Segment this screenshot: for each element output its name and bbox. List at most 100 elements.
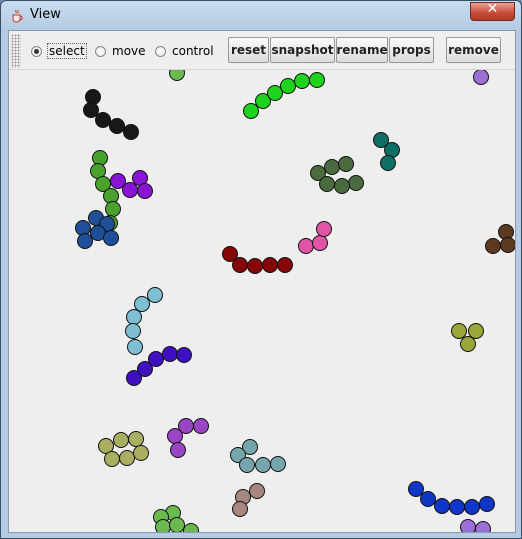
bead[interactable] [147, 287, 163, 303]
bead[interactable] [162, 346, 178, 362]
bead[interactable] [128, 431, 144, 447]
title-bar[interactable]: View ✕ [1, 1, 521, 30]
bead[interactable] [449, 499, 465, 515]
bead-chain[interactable] [232, 483, 265, 517]
bead[interactable] [338, 156, 354, 172]
bead-chain[interactable] [373, 132, 400, 171]
bead[interactable] [176, 347, 192, 363]
mode-move-radio[interactable]: move [95, 42, 147, 60]
bead[interactable] [334, 178, 350, 194]
bead-canvas-svg[interactable] [9, 70, 515, 532]
bead-chain[interactable] [473, 70, 489, 85]
rename-button[interactable]: rename [336, 37, 388, 63]
bead-chain[interactable] [408, 481, 495, 515]
bead[interactable] [319, 176, 335, 192]
bead-chain[interactable] [222, 246, 293, 274]
bead[interactable] [473, 70, 489, 85]
bead[interactable] [122, 182, 138, 198]
bead[interactable] [408, 481, 424, 497]
bead[interactable] [83, 102, 99, 118]
bead-chain[interactable] [169, 70, 185, 81]
toolbar-grip[interactable] [11, 34, 21, 68]
snapshot-button[interactable]: snapshot [270, 37, 335, 63]
bead[interactable] [95, 112, 111, 128]
bead[interactable] [249, 483, 265, 499]
props-button[interactable]: props [389, 37, 434, 63]
bead[interactable] [420, 491, 436, 507]
bead[interactable] [498, 224, 514, 240]
bead[interactable] [451, 323, 467, 339]
bead[interactable] [464, 499, 480, 515]
bead[interactable] [243, 103, 259, 119]
bead[interactable] [262, 257, 278, 273]
bead[interactable] [113, 432, 129, 448]
bead[interactable] [169, 70, 185, 81]
bead[interactable] [133, 445, 149, 461]
mode-select-radio[interactable]: select [31, 42, 87, 60]
bead[interactable] [309, 72, 325, 88]
bead[interactable] [232, 501, 248, 517]
reset-button[interactable]: reset [228, 37, 269, 63]
simulation-canvas[interactable] [9, 70, 515, 532]
bead[interactable] [125, 323, 141, 339]
bead[interactable] [105, 201, 121, 217]
bead[interactable] [126, 309, 142, 325]
bead[interactable] [324, 159, 340, 175]
bead[interactable] [134, 296, 150, 312]
bead[interactable] [239, 457, 255, 473]
bead-chain[interactable] [460, 519, 491, 533]
bead[interactable] [475, 521, 491, 533]
bead[interactable] [155, 519, 171, 533]
bead[interactable] [500, 237, 516, 253]
bead[interactable] [479, 496, 495, 512]
bead-chain[interactable] [125, 287, 163, 355]
bead[interactable] [270, 456, 286, 472]
bead[interactable] [232, 257, 248, 273]
bead[interactable] [294, 73, 310, 89]
bead[interactable] [348, 175, 364, 191]
bead-chain[interactable] [243, 72, 325, 119]
bead-chain[interactable] [153, 505, 199, 533]
bead[interactable] [75, 220, 91, 236]
mode-control-radio[interactable]: control [155, 42, 215, 60]
bead[interactable] [123, 124, 139, 140]
bead[interactable] [280, 78, 296, 94]
bead[interactable] [169, 517, 185, 533]
bead[interactable] [103, 188, 119, 204]
bead[interactable] [109, 118, 125, 134]
bead-chain[interactable] [451, 323, 484, 352]
bead[interactable] [247, 258, 263, 274]
bead[interactable] [85, 89, 101, 105]
bead-chain[interactable] [98, 431, 149, 467]
bead[interactable] [104, 451, 120, 467]
bead-chain[interactable] [298, 221, 332, 254]
bead[interactable] [312, 235, 328, 251]
bead[interactable] [183, 523, 199, 533]
bead[interactable] [92, 150, 108, 166]
bead[interactable] [148, 351, 164, 367]
bead-chain[interactable] [83, 89, 139, 140]
bead[interactable] [468, 323, 484, 339]
bead[interactable] [460, 336, 476, 352]
bead[interactable] [460, 519, 476, 533]
bead[interactable] [380, 155, 396, 171]
remove-button[interactable]: remove [446, 37, 501, 63]
bead-chain[interactable] [310, 156, 364, 194]
bead[interactable] [77, 233, 93, 249]
bead[interactable] [137, 183, 153, 199]
bead[interactable] [434, 498, 450, 514]
bead[interactable] [167, 428, 183, 444]
bead[interactable] [119, 450, 135, 466]
bead[interactable] [277, 257, 293, 273]
bead[interactable] [485, 238, 501, 254]
bead[interactable] [103, 230, 119, 246]
bead[interactable] [127, 339, 143, 355]
bead[interactable] [298, 238, 314, 254]
bead-chain[interactable] [167, 418, 209, 458]
bead[interactable] [255, 457, 271, 473]
bead-chain[interactable] [485, 224, 516, 254]
bead[interactable] [170, 442, 186, 458]
close-button[interactable]: ✕ [470, 1, 515, 21]
bead-chain[interactable] [230, 439, 286, 473]
bead[interactable] [193, 418, 209, 434]
